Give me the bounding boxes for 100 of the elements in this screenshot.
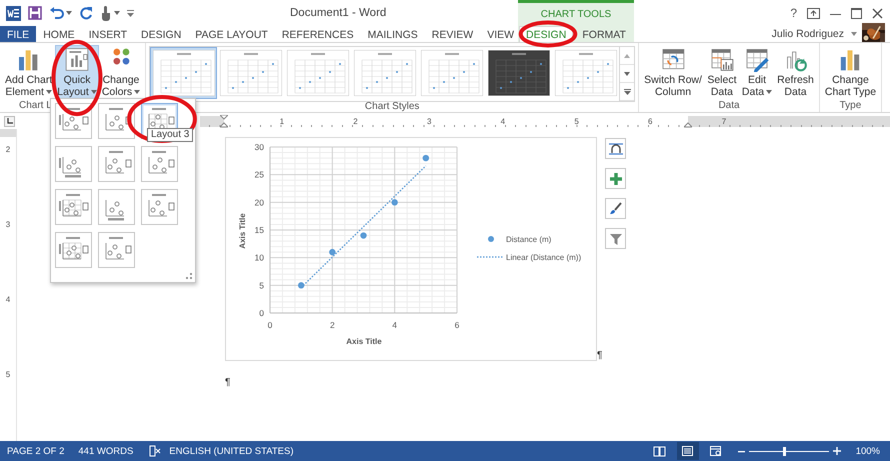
y-tick-label: 5 (259, 280, 264, 290)
refresh-data-button[interactable]: Refresh Data (775, 45, 816, 100)
x-axis-title: Axis Title (346, 337, 382, 346)
ribbon-tab[interactable]: PAGE LAYOUT (188, 26, 275, 42)
data-point (360, 232, 367, 239)
app-icon (6, 6, 21, 20)
change-colors-button[interactable]: Change Colors (100, 45, 142, 100)
scatter-chart-icon (420, 50, 483, 96)
chart-style-option[interactable] (150, 47, 218, 99)
filter-icon (610, 232, 622, 244)
print-layout-button[interactable] (676, 442, 699, 460)
y-tick-label: 0 (259, 308, 264, 318)
close-icon[interactable] (872, 8, 883, 18)
layout-option[interactable] (98, 103, 135, 139)
help-button[interactable]: ? (790, 6, 797, 20)
page-count[interactable]: PAGE 2 OF 2 (7, 446, 64, 456)
slider-thumb[interactable] (783, 446, 786, 456)
resize-grip-icon[interactable] (186, 273, 192, 279)
y-tick-label: 30 (254, 142, 264, 152)
change-chart-type-button[interactable]: Change Chart Type (822, 45, 878, 100)
ribbon-tab[interactable]: FILE (0, 26, 36, 42)
ribbon-tab[interactable]: REFERENCES (274, 26, 361, 42)
ruler-number: 4 (6, 295, 10, 304)
zoom-level[interactable]: 100% (856, 446, 880, 456)
ribbon-tab[interactable]: DESIGN (134, 26, 188, 42)
group-label: Type (838, 100, 862, 113)
legend-label: Linear (Distance (m)) (506, 253, 582, 262)
y-axis-title: Axis Title (238, 213, 247, 249)
account-name[interactable]: Julio Rodriguez (772, 28, 844, 40)
scatter-chart-icon (554, 50, 617, 96)
tab-stop-icon (6, 118, 12, 124)
ribbon-tab[interactable]: INSERT (82, 26, 134, 42)
chart-filters-button[interactable] (605, 228, 626, 249)
plus-icon (610, 172, 622, 184)
x-tick-label: 4 (392, 320, 398, 330)
ribbon-tab[interactable]: REVIEW (424, 26, 480, 42)
edit-data-button[interactable]: Edit Data (740, 45, 774, 100)
ruler-number: 6 (648, 116, 652, 126)
redo-icon[interactable] (79, 6, 93, 20)
text-wrap-icon (608, 142, 623, 154)
ribbon-tab[interactable]: MAILINGS (360, 26, 425, 42)
caret-icon (114, 11, 120, 15)
undo-icon[interactable] (49, 6, 64, 20)
maximize-icon[interactable] (851, 8, 862, 18)
horizontal-ruler[interactable]: 1 2 3 4 5 6 7 (200, 116, 890, 126)
ruler-number: 3 (6, 220, 10, 229)
more-icon (624, 88, 631, 94)
page-icon (681, 445, 694, 457)
contextual-tab-label: CHART TOOLS (540, 9, 612, 20)
chart-style-option[interactable] (485, 47, 552, 99)
tooltip: Layout 3 (147, 128, 194, 142)
ribbon-tab[interactable]: FORMAT (575, 26, 633, 42)
language-status[interactable]: ENGLISH (UNITED STATES) (169, 446, 294, 456)
caret-icon (851, 32, 857, 36)
caret-up-icon (624, 54, 630, 58)
ruler-number: 5 (574, 116, 579, 126)
scatter-chart-icon (152, 50, 215, 96)
x-tick-label: 6 (454, 320, 460, 330)
paragraph-mark: ¶ (597, 351, 602, 361)
select-data-button[interactable]: Select Data (704, 45, 739, 100)
touch-mode-icon[interactable] (100, 6, 112, 20)
y-tick-label: 20 (254, 197, 264, 208)
scatter-chart-icon (286, 50, 349, 96)
caret-down-icon (624, 72, 630, 76)
web-page-icon (709, 445, 722, 457)
save-icon[interactable] (28, 6, 42, 20)
x-tick-label: 0 (268, 320, 272, 330)
ribbon-display-icon[interactable] (807, 8, 820, 18)
ribbon-tab[interactable]: HOME (36, 26, 82, 42)
data-point (298, 282, 304, 289)
ruler-number: 7 (722, 116, 726, 126)
legend-label: Distance (m) (506, 235, 552, 244)
scatter-chart-icon (488, 50, 550, 96)
brush-icon (609, 202, 622, 215)
paragraph-mark: ¶ (225, 377, 230, 388)
proofing-icon[interactable] (149, 445, 162, 457)
vertical-ruler[interactable]: 2 3 4 5 (0, 129, 17, 441)
scatter-chart[interactable]: 0 5 10 15 20 25 30 0 2 4 6 Axis Title Axis Title Distance (m) Linear (Distance (m)) (225, 137, 597, 361)
x-tick-label: 2 (330, 320, 335, 330)
y-tick-label: 25 (254, 170, 264, 180)
ruler-number: 1 (280, 116, 284, 126)
scatter-chart-icon (354, 50, 416, 96)
chart-styles-button[interactable] (605, 198, 626, 219)
chart-elements-button[interactable] (605, 168, 626, 189)
ruler-number: 2 (6, 145, 10, 154)
ribbon-tab[interactable]: VIEW (480, 26, 522, 42)
customize-icon[interactable] (127, 10, 134, 16)
ruler-number: 2 (353, 116, 358, 126)
layout-options-button[interactable] (605, 138, 626, 159)
tab-selector[interactable] (4, 116, 15, 126)
indent-marker-icon[interactable] (220, 114, 228, 128)
ruler-number: 5 (6, 370, 10, 379)
ruler-number: 3 (426, 116, 432, 126)
data-point (391, 199, 398, 206)
word-count[interactable]: 441 WORDS (78, 446, 134, 456)
switch-row-column-button[interactable]: Switch Row/ Column (642, 45, 704, 100)
caret-icon (66, 11, 72, 15)
group-label: Data (717, 100, 741, 113)
ruler-number: 4 (500, 116, 506, 126)
zoom-in-icon[interactable] (832, 447, 841, 455)
